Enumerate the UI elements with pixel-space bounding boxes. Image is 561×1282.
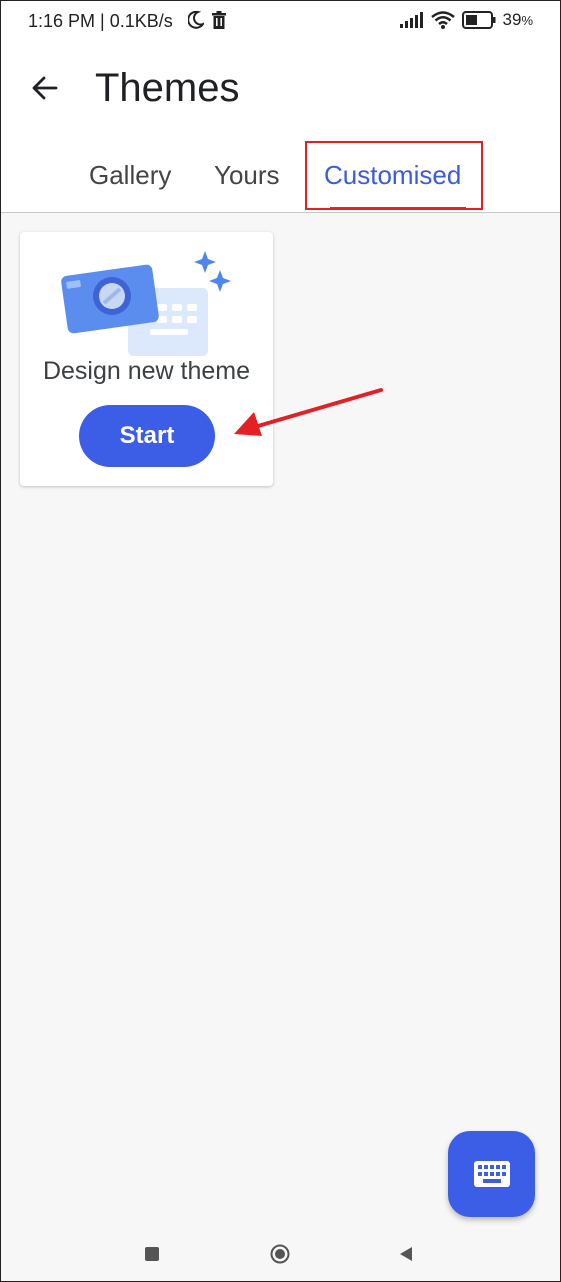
recents-square-icon[interactable] <box>134 1236 170 1272</box>
tabs-divider <box>0 212 561 213</box>
signal-icon <box>399 12 423 28</box>
moon-icon <box>188 11 204 29</box>
design-theme-card: Design new theme Start <box>20 232 273 486</box>
tab-gallery[interactable]: Gallery <box>89 160 171 191</box>
annotation-arrow <box>234 388 383 436</box>
status-time: 1:16 PM | 0.1KB/s <box>28 11 173 31</box>
keyboard-icon <box>473 1161 510 1187</box>
back-triangle-icon[interactable] <box>388 1236 424 1272</box>
home-circle-icon[interactable] <box>262 1236 298 1272</box>
system-nav-bar <box>0 1236 561 1280</box>
trash-icon <box>212 11 226 29</box>
page-title: Themes <box>95 66 240 110</box>
tab-yours[interactable]: Yours <box>214 160 280 191</box>
keyboard-fab-button[interactable] <box>448 1131 535 1217</box>
wifi-icon <box>430 11 455 29</box>
camera-keyboard-illustration <box>61 251 231 356</box>
annotation-highlight-box <box>305 141 483 210</box>
start-button[interactable]: Start <box>79 405 215 467</box>
arrow-left-icon[interactable] <box>28 68 68 108</box>
status-bar: 1:16 PM | 0.1KB/s 39% <box>0 0 561 44</box>
battery-icon <box>461 11 496 29</box>
battery-level: 39% <box>502 10 533 29</box>
